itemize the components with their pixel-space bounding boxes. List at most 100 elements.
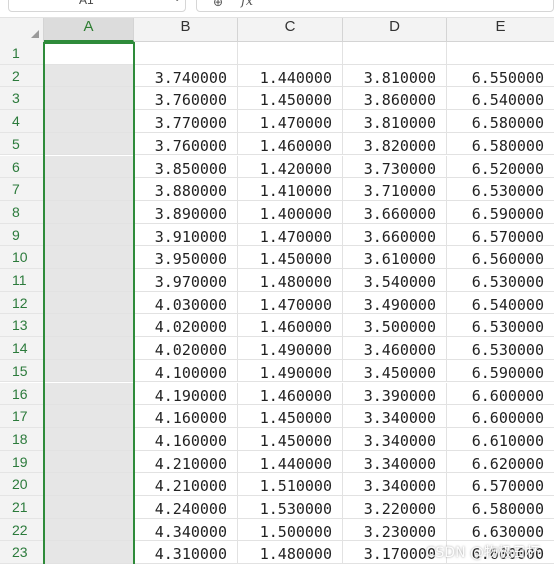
cell-a[interactable] <box>44 518 134 542</box>
cell-d[interactable]: 3.860000 <box>343 87 447 111</box>
cell-e[interactable]: 6.590000 <box>447 360 554 383</box>
cell-c[interactable]: 1.490000 <box>238 337 343 360</box>
cell-c[interactable]: 1.470000 <box>238 110 343 133</box>
cell-c[interactable]: 1.480000 <box>238 541 343 564</box>
cell-e[interactable]: 6.580000 <box>447 133 554 156</box>
cell-b[interactable]: 4.210000 <box>134 473 238 496</box>
cell-e[interactable]: 6.630000 <box>447 519 554 542</box>
column-header-c[interactable]: C <box>238 18 343 42</box>
cell-e[interactable]: 6.580000 <box>447 496 554 519</box>
row-header[interactable]: 7 <box>0 178 44 201</box>
cell-c[interactable]: 1.400000 <box>238 200 343 224</box>
cell-b[interactable]: 4.020000 <box>134 337 238 360</box>
cell-d[interactable]: 3.810000 <box>343 64 447 88</box>
row-header[interactable]: 8 <box>0 200 44 224</box>
function-icon[interactable]: fx <box>241 0 253 9</box>
cell-a[interactable] <box>44 291 134 315</box>
cell-e[interactable]: 6.550000 <box>447 65 554 88</box>
cell-b[interactable]: 4.190000 <box>134 382 238 406</box>
cell-c[interactable]: 1.440000 <box>238 450 343 474</box>
cell-a[interactable] <box>44 427 134 451</box>
cell-c[interactable]: 1.500000 <box>238 518 343 542</box>
cell-a[interactable] <box>44 200 134 224</box>
column-header-a[interactable]: A <box>44 18 134 42</box>
cell-e[interactable]: 6.530000 <box>447 314 554 338</box>
cell-c[interactable]: 1.420000 <box>238 155 343 179</box>
cell-c[interactable]: 1.460000 <box>238 382 343 406</box>
cell-e[interactable]: 6.570000 <box>447 473 554 496</box>
cell-b[interactable]: 3.910000 <box>134 223 238 247</box>
cell-a[interactable] <box>44 337 134 360</box>
row-header[interactable]: 11 <box>0 269 44 292</box>
cell-d[interactable]: 3.500000 <box>343 314 447 338</box>
row-header[interactable]: 6 <box>0 155 44 179</box>
column-header-d[interactable]: D <box>343 18 447 42</box>
cell-a[interactable] <box>44 359 134 383</box>
cell-e[interactable]: 6.560000 <box>447 246 554 269</box>
cell-b[interactable]: 3.740000 <box>134 64 238 88</box>
cell-d[interactable] <box>343 42 447 65</box>
cell-e[interactable]: 6.520000 <box>447 156 554 179</box>
cell-a[interactable] <box>44 223 134 247</box>
cell-c[interactable]: 1.480000 <box>238 269 343 292</box>
cell-c[interactable]: 1.450000 <box>238 87 343 111</box>
row-header[interactable]: 1 <box>0 42 44 65</box>
column-header-b[interactable]: B <box>134 18 238 42</box>
cell-d[interactable]: 3.710000 <box>343 178 447 201</box>
zoom-icon[interactable]: ⊕ <box>213 0 223 9</box>
row-header[interactable]: 10 <box>0 246 44 269</box>
column-header-e[interactable]: E <box>447 18 554 42</box>
cell-d[interactable]: 3.810000 <box>343 110 447 133</box>
cell-a[interactable] <box>44 132 134 156</box>
cell-e[interactable]: 6.540000 <box>447 292 554 315</box>
cell-d[interactable]: 3.340000 <box>343 405 447 428</box>
cell-c[interactable] <box>238 42 343 65</box>
cell-b[interactable]: 4.100000 <box>134 359 238 383</box>
cell-a[interactable] <box>44 178 134 201</box>
cell-b[interactable]: 4.210000 <box>134 450 238 474</box>
cell-d[interactable]: 3.730000 <box>343 155 447 179</box>
row-header[interactable]: 17 <box>0 405 44 428</box>
cell-e[interactable]: 6.620000 <box>447 451 554 474</box>
row-header[interactable]: 21 <box>0 496 44 519</box>
cell-d[interactable]: 3.660000 <box>343 200 447 224</box>
select-all-corner[interactable] <box>0 18 44 42</box>
row-header[interactable]: 3 <box>0 87 44 111</box>
cell-d[interactable]: 3.660000 <box>343 223 447 247</box>
cell-d[interactable]: 3.540000 <box>343 269 447 292</box>
name-box[interactable]: A1 ⌄ <box>8 0 186 12</box>
cell-c[interactable]: 1.460000 <box>238 314 343 338</box>
cell-d[interactable]: 3.230000 <box>343 518 447 542</box>
row-header[interactable]: 2 <box>0 64 44 88</box>
active-cell-a1[interactable] <box>45 42 133 64</box>
formula-input[interactable]: ⊕ fx <box>196 0 554 12</box>
cell-b[interactable]: 3.970000 <box>134 269 238 292</box>
cell-e[interactable]: 6.600000 <box>447 405 554 428</box>
row-header[interactable]: 20 <box>0 473 44 496</box>
cell-d[interactable]: 3.820000 <box>343 132 447 156</box>
cell-e[interactable]: 6.600000 <box>447 383 554 406</box>
cell-e[interactable]: 6.540000 <box>447 87 554 111</box>
row-header[interactable]: 16 <box>0 382 44 406</box>
cell-c[interactable]: 1.450000 <box>238 246 343 269</box>
cell-a[interactable] <box>44 473 134 496</box>
cell-d[interactable]: 3.340000 <box>343 473 447 496</box>
cell-d[interactable]: 3.490000 <box>343 291 447 315</box>
cell-e[interactable]: 6.580000 <box>447 110 554 133</box>
cell-b[interactable]: 3.950000 <box>134 246 238 269</box>
cell-d[interactable]: 3.220000 <box>343 496 447 519</box>
cell-a[interactable] <box>44 405 134 428</box>
cell-d[interactable]: 3.340000 <box>343 427 447 451</box>
cell-e[interactable]: 6.530000 <box>447 269 554 292</box>
cell-c[interactable]: 1.470000 <box>238 223 343 247</box>
cell-b[interactable]: 4.160000 <box>134 427 238 451</box>
cell-a[interactable] <box>44 110 134 133</box>
cell-e[interactable]: 6.530000 <box>447 337 554 360</box>
cell-a[interactable] <box>44 314 134 338</box>
cell-b[interactable]: 3.770000 <box>134 110 238 133</box>
cell-c[interactable]: 1.450000 <box>238 405 343 428</box>
cell-c[interactable]: 1.410000 <box>238 178 343 201</box>
cell-c[interactable]: 1.490000 <box>238 359 343 383</box>
cell-b[interactable]: 3.880000 <box>134 178 238 201</box>
cell-c[interactable]: 1.510000 <box>238 473 343 496</box>
